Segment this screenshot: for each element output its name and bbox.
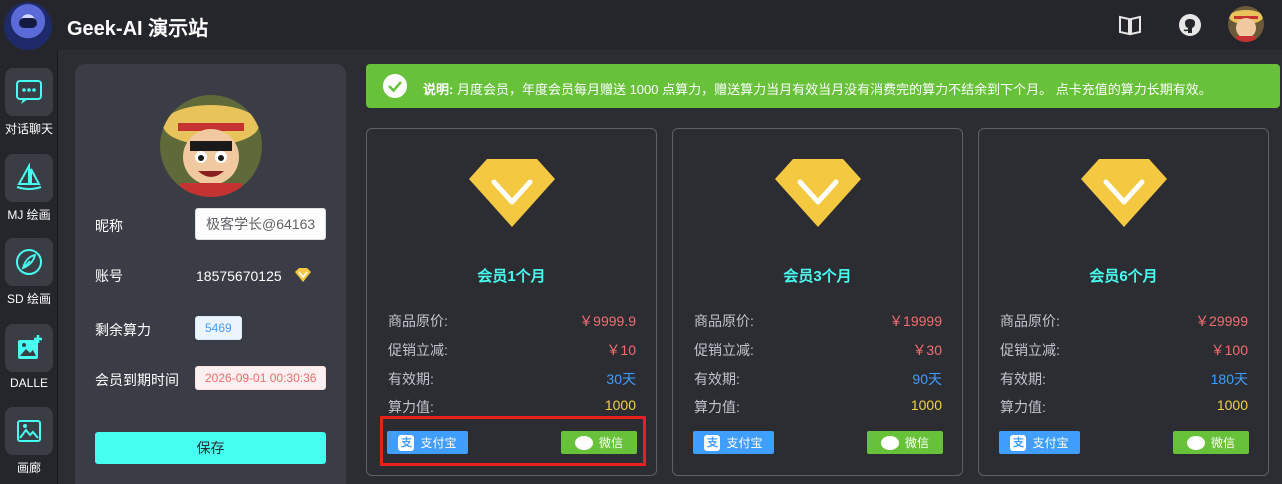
discount-row: 促销立减: ￥10 <box>388 340 636 358</box>
wechat-label: 微信 <box>1210 436 1235 450</box>
nav-label: MJ 绘画 <box>7 208 51 222</box>
price-row: 商品原价: ￥29999 <box>1000 311 1248 329</box>
image-plus-icon <box>5 324 53 372</box>
feather-icon <box>5 238 53 286</box>
discount-value: ￥30 <box>912 342 942 358</box>
discount-row: 促销立减: ￥100 <box>1000 340 1248 358</box>
expire-badge: 2026-09-01 00:30:36 <box>195 366 327 390</box>
top-bar: Geek-AI 演示站 <box>0 0 1282 50</box>
notice-body: 月度会员，年度会员每月赠送 1000 点算力，赠送算力当月有效当月没有消费完的算… <box>456 82 1212 97</box>
alipay-button[interactable]: 支支付宝 <box>999 431 1080 454</box>
power-value: 1000 <box>604 397 636 413</box>
discount-label: 促销立减: <box>388 342 448 358</box>
nav-item-sd[interactable]: SD 绘画 <box>0 238 58 307</box>
sailboat-icon <box>5 154 53 202</box>
nickname-label: 昵称 <box>95 218 123 234</box>
nav-label: 对话聊天 <box>4 122 53 136</box>
product-card: 会员6个月 商品原价: ￥29999 促销立减: ￥100 有效期: 180天 算力值… <box>978 128 1269 476</box>
wechat-icon <box>1186 435 1205 450</box>
power-row: 算力值: 1000 <box>694 397 942 415</box>
validity-label: 有效期: <box>694 371 740 387</box>
save-button[interactable]: 保存 <box>95 432 326 464</box>
gallery-icon <box>5 407 53 455</box>
discount-row: 促销立减: ￥30 <box>694 340 942 358</box>
left-nav: 对话聊天 MJ 绘画 SD 绘画 DALLE 画廊 <box>0 50 58 484</box>
alipay-label: 支付宝 <box>1032 436 1069 450</box>
price-value: ￥29999 <box>1195 313 1248 329</box>
price-row: 商品原价: ￥9999.9 <box>388 311 636 329</box>
account-value: 18575670125 <box>196 268 282 284</box>
expire-label: 会员到期时间 <box>95 372 179 388</box>
power-value: 1000 <box>910 397 942 413</box>
check-circle-icon <box>383 74 407 98</box>
app-logo[interactable] <box>4 2 52 50</box>
price-row: 商品原价: ￥19999 <box>694 311 942 329</box>
alipay-button[interactable]: 支支付宝 <box>693 431 774 454</box>
app-title: Geek-AI 演示站 <box>67 18 209 40</box>
user-avatar[interactable] <box>1228 6 1264 42</box>
power-label: 剩余算力 <box>95 322 151 338</box>
power-row: 算力值: 1000 <box>388 397 636 415</box>
price-value: ￥19999 <box>889 313 942 329</box>
diamond-icon <box>469 159 555 227</box>
wechat-icon <box>880 435 899 450</box>
chat-icon <box>5 68 53 116</box>
validity-row: 有效期: 180天 <box>1000 369 1248 387</box>
nav-item-gallery[interactable]: 画廊 <box>0 407 58 476</box>
nav-label: 画廊 <box>16 461 41 475</box>
power-label: 算力值: <box>1000 399 1046 415</box>
power-badge: 5469 <box>195 316 242 340</box>
validity-value: 180天 <box>1210 371 1248 387</box>
alipay-label: 支付宝 <box>726 436 763 450</box>
validity-value: 90天 <box>912 371 942 387</box>
power-label: 算力值: <box>388 399 434 415</box>
discount-value: ￥100 <box>1210 342 1248 358</box>
validity-label: 有效期: <box>1000 371 1046 387</box>
price-value: ￥9999.9 <box>579 313 636 329</box>
price-label: 商品原价: <box>1000 313 1060 329</box>
power-value: 1000 <box>1216 397 1248 413</box>
alipay-icon: 支 <box>1010 434 1027 451</box>
alipay-icon: 支 <box>704 434 721 451</box>
nickname-input[interactable]: 极客学长@64163 <box>195 208 326 240</box>
validity-label: 有效期: <box>388 371 434 387</box>
validity-row: 有效期: 90天 <box>694 369 942 387</box>
product-title: 会员3个月 <box>783 268 852 285</box>
power-label: 算力值: <box>694 399 740 415</box>
product-title: 会员6个月 <box>1089 268 1158 285</box>
vip-diamond-icon <box>295 268 311 282</box>
discount-label: 促销立减: <box>1000 342 1060 358</box>
price-label: 商品原价: <box>694 313 754 329</box>
wechat-pay-button[interactable]: 微信 <box>867 431 943 454</box>
book-icon[interactable] <box>1117 12 1143 38</box>
notice-banner: 说明: 月度会员，年度会员每月赠送 1000 点算力，赠送算力当月有效当月没有消… <box>366 64 1280 108</box>
diamond-icon <box>1081 159 1167 227</box>
nav-label: DALLE <box>9 376 49 390</box>
wechat-pay-button[interactable]: 微信 <box>1173 431 1249 454</box>
product-card: 会员3个月 商品原价: ￥19999 促销立减: ￥30 有效期: 90天 算力值: 1… <box>672 128 963 476</box>
power-row: 算力值: 1000 <box>1000 397 1248 415</box>
wechat-label: 微信 <box>904 436 929 450</box>
github-icon[interactable] <box>1177 12 1203 38</box>
product-title: 会员1个月 <box>477 268 546 285</box>
profile-panel: 昵称 极客学长@64163 账号 18575670125 剩余算力 5469 会… <box>75 64 346 484</box>
notice-text: 说明: 月度会员，年度会员每月赠送 1000 点算力，赠送算力当月有效当月没有消… <box>423 79 1212 98</box>
price-label: 商品原价: <box>388 313 448 329</box>
nav-item-mj[interactable]: MJ 绘画 <box>0 154 58 223</box>
highlight-box <box>380 416 646 466</box>
nav-item-chat[interactable]: 对话聊天 <box>0 68 58 137</box>
nav-label: SD 绘画 <box>6 292 51 306</box>
account-label: 账号 <box>95 268 123 284</box>
notice-prefix: 说明: <box>423 82 454 97</box>
diamond-icon <box>775 159 861 227</box>
discount-label: 促销立减: <box>694 342 754 358</box>
discount-value: ￥10 <box>606 342 636 358</box>
validity-row: 有效期: 30天 <box>388 369 636 387</box>
nav-item-dalle[interactable]: DALLE <box>0 324 58 390</box>
profile-avatar[interactable] <box>160 95 262 197</box>
validity-value: 30天 <box>606 371 636 387</box>
